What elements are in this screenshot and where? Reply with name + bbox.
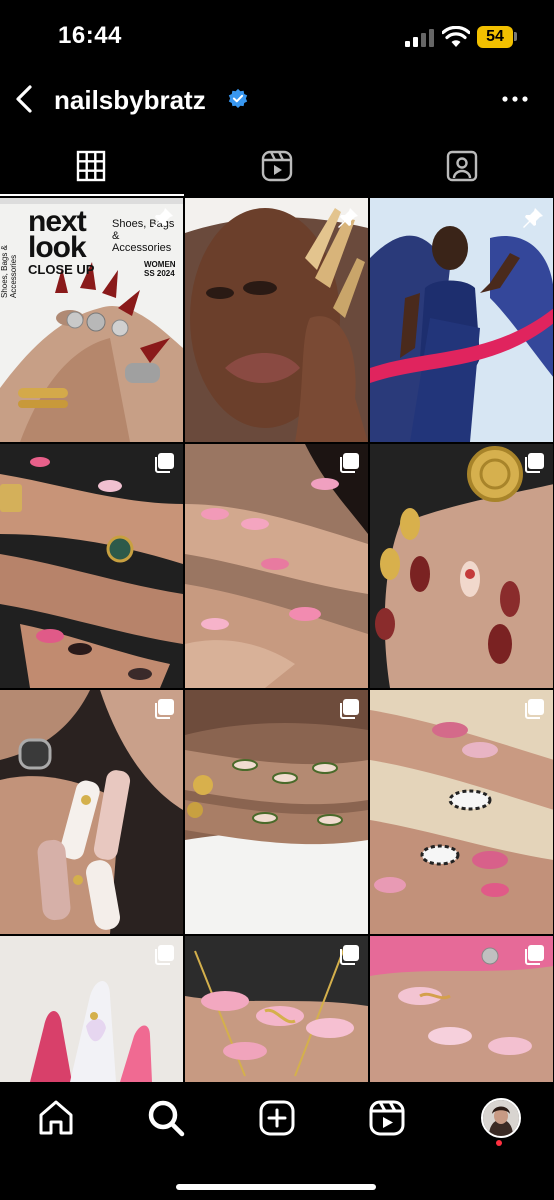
status-time: 16:44	[58, 22, 122, 49]
profile-username: nailsbybratz	[54, 85, 206, 115]
grid-icon	[76, 150, 106, 182]
avatar-image	[483, 1100, 519, 1136]
profile-tabs	[0, 138, 554, 196]
tab-tagged[interactable]	[370, 138, 554, 196]
carousel-icon	[340, 945, 359, 965]
post-thumbnail[interactable]	[0, 690, 183, 934]
post-image	[185, 444, 368, 688]
create-post-icon[interactable]	[257, 1098, 297, 1138]
cover-side-text: Shoes, Bags & Accessories	[0, 245, 18, 298]
carousel-icon	[340, 699, 359, 719]
cover-headline-3: CLOSE UP	[28, 262, 95, 277]
verified-badge-icon	[228, 88, 248, 108]
post-thumbnail[interactable]	[370, 690, 553, 934]
more-options-icon[interactable]	[500, 87, 530, 111]
post-thumbnail[interactable]	[185, 690, 368, 934]
tab-reels[interactable]	[185, 138, 369, 196]
pin-icon	[338, 208, 358, 228]
post-image	[370, 444, 553, 688]
carousel-icon	[525, 699, 544, 719]
tab-grid[interactable]	[0, 138, 184, 196]
carousel-icon	[155, 699, 174, 719]
post-image	[185, 690, 368, 934]
tagged-person-icon	[446, 150, 478, 182]
status-bar: 16:44 54	[0, 0, 554, 70]
active-tab-underline	[0, 194, 184, 196]
post-thumbnail[interactable]	[370, 936, 553, 1082]
reels-nav-icon[interactable]	[367, 1098, 407, 1138]
cover-headline-2: look	[28, 231, 87, 264]
reels-icon	[261, 150, 293, 182]
home-indicator	[176, 1184, 376, 1190]
carousel-icon	[155, 453, 174, 473]
battery-tip	[514, 32, 517, 41]
carousel-icon	[340, 453, 359, 473]
post-thumbnail[interactable]	[185, 444, 368, 688]
home-icon[interactable]	[36, 1098, 76, 1138]
pin-icon	[153, 208, 173, 228]
profile-header: nailsbybratz	[0, 70, 554, 130]
wifi-icon	[442, 26, 470, 47]
carousel-icon	[525, 945, 544, 965]
posts-grid: next look CLOSE UP Shoes, Bags & Accesso…	[0, 198, 554, 1082]
cover-season-1: WOMEN	[144, 260, 176, 269]
notification-dot	[496, 1140, 502, 1146]
post-thumbnail[interactable]	[0, 936, 183, 1082]
post-thumbnail[interactable]	[185, 198, 368, 442]
post-thumbnail[interactable]	[185, 936, 368, 1082]
cellular-signal-icon	[405, 29, 434, 47]
carousel-icon	[155, 945, 174, 965]
post-image	[0, 444, 183, 688]
post-image	[370, 198, 553, 442]
post-thumbnail[interactable]	[370, 198, 553, 442]
bottom-navigation	[0, 1082, 554, 1200]
cover-season-2: SS 2024	[144, 269, 175, 278]
search-icon[interactable]	[146, 1098, 186, 1138]
back-arrow-icon[interactable]	[10, 83, 40, 115]
post-image	[370, 690, 553, 934]
carousel-icon	[525, 453, 544, 473]
post-image	[0, 690, 183, 934]
post-thumbnail[interactable]	[370, 444, 553, 688]
battery-indicator: 54	[477, 26, 513, 48]
post-thumbnail[interactable]	[0, 444, 183, 688]
profile-avatar[interactable]	[481, 1098, 521, 1138]
post-image	[185, 198, 368, 442]
post-thumbnail[interactable]: next look CLOSE UP Shoes, Bags & Accesso…	[0, 198, 183, 442]
pin-icon	[523, 208, 543, 228]
